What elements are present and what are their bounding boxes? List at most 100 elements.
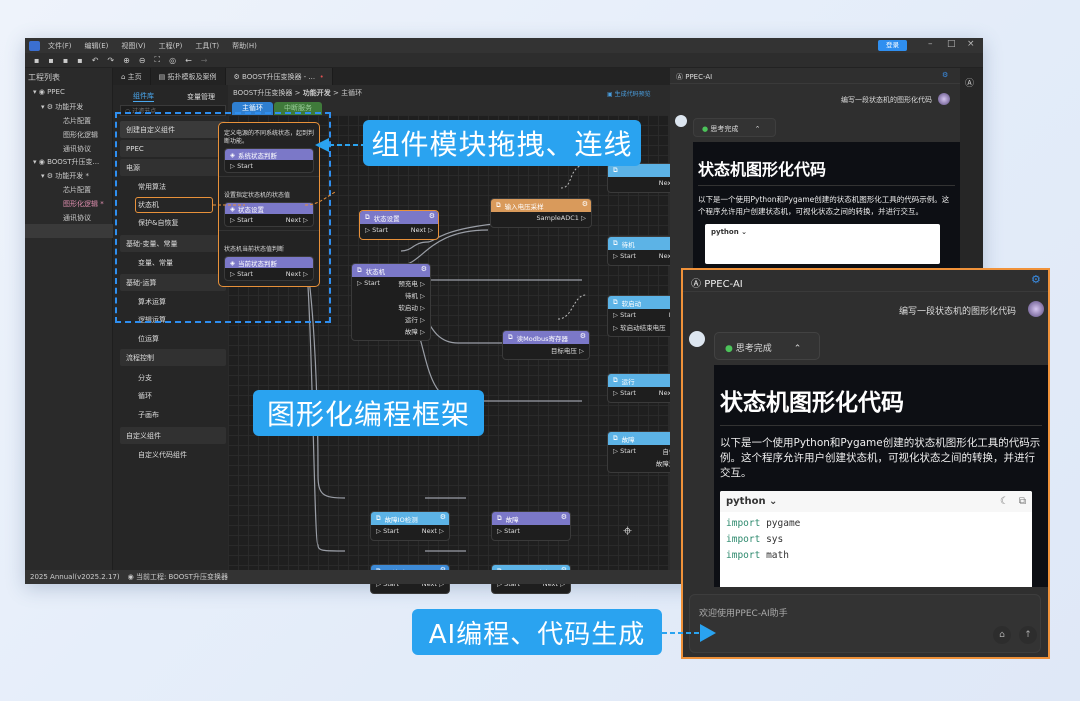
new-icon[interactable]: ▪: [34, 56, 39, 65]
node-settings-icon[interactable]: ⚙: [440, 513, 446, 521]
code-lines: import pygame import sys import math: [720, 512, 1032, 568]
minimize-icon[interactable]: –: [928, 39, 933, 49]
recenter-icon[interactable]: ⌖: [623, 521, 632, 541]
output-port[interactable]: 预充电 ▷: [398, 278, 425, 288]
output-port[interactable]: Next ▷: [422, 527, 444, 535]
maximize-icon[interactable]: □: [947, 39, 956, 49]
graph-node[interactable]: ⧉ 状态设置 ⚙ ▷ Start Next ▷: [359, 210, 439, 240]
code-keyword: import: [726, 518, 761, 529]
graph-node[interactable]: ⧉ 状态机 ⚙ ▷ Start 预充电 ▷ 待机 ▷ 软启动 ▷ 运行 ▷ 故障 ▷: [351, 263, 431, 341]
menu-view[interactable]: 视图(V): [121, 41, 145, 51]
save-icon[interactable]: ▪: [63, 56, 68, 65]
node-settings-icon[interactable]: ⚙: [421, 265, 427, 273]
tree-item[interactable]: 图形化逻辑: [63, 130, 98, 140]
input-port[interactable]: ▷ Start: [613, 447, 636, 455]
forward-icon[interactable]: →: [201, 56, 208, 65]
close-icon[interactable]: ×: [967, 39, 975, 49]
node-settings-icon[interactable]: ⚙: [561, 513, 567, 521]
node-header[interactable]: ⧉ 输入电压采样 ⚙: [491, 199, 591, 212]
chat-input[interactable]: 欢迎使用PPEC-AI助手 ⌂ ↑: [689, 594, 1041, 653]
zoom-out-icon[interactable]: ⊖: [139, 56, 146, 65]
tree-item[interactable]: ▾ ⚙ 功能开发: [41, 102, 83, 112]
output-port[interactable]: 待机 ▷: [405, 290, 425, 300]
login-button[interactable]: 登录: [878, 40, 907, 51]
node-icon: ⧉: [496, 201, 501, 209]
settings-icon[interactable]: ⚙: [942, 71, 948, 79]
input-port[interactable]: ▷ Start: [376, 527, 399, 535]
menu-project[interactable]: 工程(P): [159, 41, 183, 51]
send-button[interactable]: ↑: [1019, 626, 1037, 644]
graph-node[interactable]: ⧉ 故障IO检测 ⚙ ▷ Start Next ▷: [370, 511, 450, 541]
tree-item[interactable]: 通讯协议: [63, 144, 91, 154]
fit-icon[interactable]: ⛶: [155, 55, 161, 65]
component-item[interactable]: 分支: [120, 369, 226, 386]
node-header[interactable]: ⧉ 状态设置 ⚙: [360, 211, 438, 224]
copy-icon[interactable]: ⧉: [1019, 496, 1026, 507]
attachment-button[interactable]: ⌂: [993, 626, 1011, 644]
tree-item[interactable]: ▾ ◉ PPEC: [33, 88, 65, 96]
tab-boost[interactable]: ⚙ BOOST升压变换器 - ... •: [225, 68, 333, 85]
tab-templates[interactable]: ▤ 拓扑模板及案例: [151, 68, 226, 85]
input-port[interactable]: ▷ Start: [357, 279, 380, 287]
redo-icon[interactable]: ↷: [107, 56, 114, 65]
tree-item[interactable]: ▾ ◉ BOOST升压变...: [33, 157, 99, 167]
tree-item[interactable]: ▾ ⚙ 功能开发 *: [41, 171, 89, 181]
graph-node[interactable]: ⧉ 读Modbus寄存器 ⚙ 目标电压 ▷: [502, 330, 590, 360]
input-port[interactable]: ▷ Start: [613, 252, 636, 260]
tab-variable-management[interactable]: 变量管理: [187, 92, 215, 102]
ai-assistant-icon[interactable]: Ⓐ: [965, 76, 974, 89]
center-icon[interactable]: ◎: [169, 56, 176, 65]
output-port[interactable]: SampleADC1 ▷: [536, 214, 586, 222]
tree-item-selected[interactable]: 图形化逻辑 *: [63, 199, 104, 209]
open-icon[interactable]: ▪: [48, 56, 53, 65]
think-toggle[interactable]: ● 思考完成 ⌃: [693, 118, 776, 137]
node-settings-icon[interactable]: ⚙: [429, 212, 435, 220]
component-item[interactable]: 自定义代码组件: [120, 446, 226, 463]
output-port[interactable]: 目标电压 ▷: [551, 345, 584, 355]
output-port[interactable]: Next ▷: [411, 226, 433, 234]
component-item[interactable]: 自定义组件: [120, 427, 226, 444]
component-item[interactable]: 位运算: [120, 330, 226, 347]
menu-tools[interactable]: 工具(T): [195, 41, 219, 51]
menu-edit[interactable]: 编辑(E): [85, 41, 109, 51]
node-settings-icon[interactable]: ⚙: [582, 200, 588, 208]
output-port[interactable]: 软启动 ▷: [398, 302, 425, 312]
tab-home[interactable]: ⌂ 主页: [113, 68, 151, 85]
node-header[interactable]: ⧉ 故障IO检测 ⚙: [371, 512, 449, 525]
undo-icon[interactable]: ↶: [92, 56, 99, 65]
input-port[interactable]: ▷ Start: [497, 527, 520, 535]
theme-toggle-icon[interactable]: ☾: [1000, 496, 1009, 507]
input-port[interactable]: ▷ Start: [613, 389, 636, 397]
tree-item[interactable]: 通讯协议: [63, 213, 91, 223]
menu-help[interactable]: 帮助(H): [232, 41, 257, 51]
menu-file[interactable]: 文件(F): [48, 41, 72, 51]
input-port[interactable]: ▷ Start: [365, 226, 388, 234]
zoom-in-icon[interactable]: ⊕: [123, 56, 130, 65]
save-all-icon[interactable]: ▪: [77, 56, 82, 65]
input-port[interactable]: ▷ Start: [613, 311, 636, 319]
back-icon[interactable]: ←: [185, 56, 192, 65]
node-header[interactable]: ⧉ 状态机 ⚙: [352, 264, 430, 277]
output-port[interactable]: 故障 ▷: [405, 326, 425, 336]
node-header[interactable]: ⧉ 读Modbus寄存器 ⚙: [503, 331, 589, 344]
graph-node[interactable]: ⧉ 输入电压采样 ⚙ SampleADC1 ▷: [490, 198, 592, 228]
output-port[interactable]: 运行 ▷: [405, 314, 425, 324]
code-language-select[interactable]: python ⌄: [726, 496, 777, 507]
breadcrumb-item[interactable]: 功能开发: [303, 89, 331, 97]
node-header[interactable]: ⧉故障 ⚙: [492, 512, 570, 525]
component-item[interactable]: 子画布: [120, 406, 226, 423]
think-toggle[interactable]: ● 思考完成 ⌃: [714, 332, 820, 360]
settings-icon[interactable]: ⚙: [1031, 273, 1041, 286]
node-title: 故障: [621, 435, 635, 444]
tree-item[interactable]: 芯片配置: [63, 185, 91, 195]
node-settings-icon[interactable]: ⚙: [580, 332, 586, 340]
tab-component-library[interactable]: 组件库: [133, 91, 154, 102]
generate-code-preview-button[interactable]: ▣ 生成代码预览: [607, 89, 651, 98]
graph-node[interactable]: ⧉ 故障 ⚙ ▷ Start: [491, 511, 571, 541]
tree-item[interactable]: 芯片配置: [63, 116, 91, 126]
input-port[interactable]: ▷ 软启动结束电压: [613, 322, 666, 332]
node-port-row: 运行 ▷: [352, 313, 430, 325]
component-item[interactable]: 循环: [120, 387, 226, 404]
breadcrumb-item[interactable]: BOOST升压变换器: [233, 89, 292, 97]
component-item[interactable]: 流程控制: [120, 349, 226, 366]
